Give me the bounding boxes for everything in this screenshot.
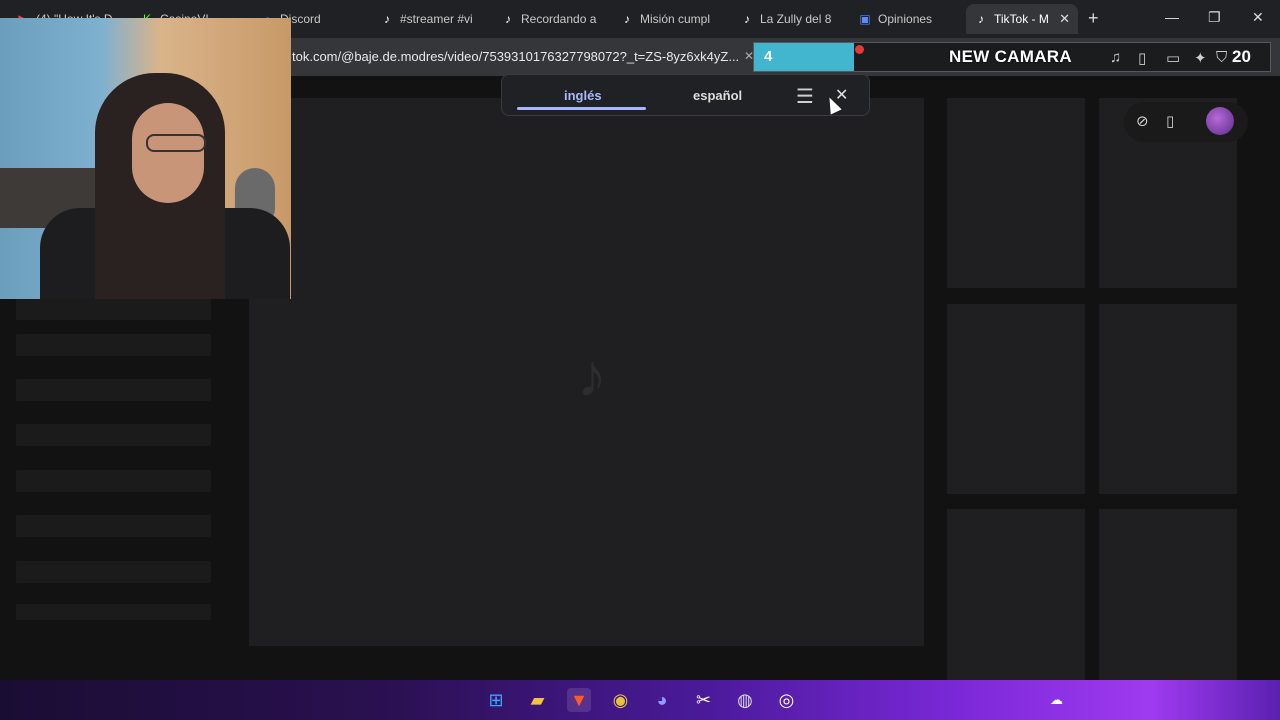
coins-icon[interactable]: ⊘ xyxy=(1136,112,1149,130)
brave-icon[interactable]: ▼ xyxy=(567,688,591,712)
wallet-icon[interactable]: ▭ xyxy=(1166,49,1180,67)
tab-9[interactable]: ♪ TikTok - M ✕ xyxy=(966,4,1078,34)
restore-button[interactable]: ❐ xyxy=(1208,9,1221,26)
video-player[interactable]: ♪ xyxy=(249,98,924,646)
sparkle-icon[interactable]: ✦ xyxy=(1194,49,1207,67)
stream-overlay-bar: 4 NEW CAMARA ♫ ▯ ▭ ✦ ⛉ 20 xyxy=(753,42,1271,72)
tab-title: Opiniones xyxy=(878,12,933,26)
tab-6[interactable]: ♪ Misión cumpl xyxy=(612,4,724,34)
active-tab-indicator xyxy=(517,107,646,110)
tiktok-icon: ♪ xyxy=(505,12,511,26)
chrome-icon[interactable]: ◉ xyxy=(609,688,633,712)
overlay-title: NEW CAMARA xyxy=(949,47,1072,66)
target-language-tab[interactable]: español xyxy=(693,88,742,103)
taskbar: ⊞ ▰ ▼ ◉ ◕ ✂ ◍ ◎ ☁ xyxy=(0,680,1280,720)
skeleton-row xyxy=(16,604,211,620)
video-thumbnail[interactable] xyxy=(1099,304,1237,494)
skeleton-row xyxy=(16,470,211,492)
tab-7[interactable]: ♪ La Zully del 8 xyxy=(732,4,844,34)
video-thumbnail[interactable] xyxy=(947,509,1085,699)
video-thumbnail[interactable] xyxy=(1099,509,1237,699)
tiktok-icon: ♪ xyxy=(978,12,984,26)
top-tools: ⊘ ▯ xyxy=(1124,102,1248,142)
tab-title: TikTok - M xyxy=(994,12,1049,26)
menu-icon[interactable]: ☰ xyxy=(796,84,814,109)
avatar[interactable] xyxy=(1206,107,1234,135)
skeleton-row xyxy=(16,298,211,320)
webcam-app-icon[interactable]: ◎ xyxy=(775,688,799,712)
skeleton-row xyxy=(16,561,211,583)
tab-4[interactable]: ♪ #streamer #vi xyxy=(372,4,484,34)
skeleton-row xyxy=(16,424,211,446)
overlay-counter: 4 xyxy=(754,43,854,71)
close-tab-icon[interactable]: ✕ xyxy=(1059,11,1070,27)
minimize-button[interactable]: — xyxy=(1165,9,1179,25)
discord-icon[interactable]: ◕ xyxy=(650,688,674,712)
skeleton-row xyxy=(16,515,211,537)
tab-title: La Zully del 8 xyxy=(760,12,832,26)
obs-icon[interactable]: ◍ xyxy=(733,688,757,712)
sidebar-icon[interactable]: ▯ xyxy=(1138,49,1146,67)
cloud-icon[interactable]: ☁ xyxy=(1050,692,1063,708)
tiktok-icon: ♪ xyxy=(384,12,390,26)
close-window-button[interactable]: ✕ xyxy=(1252,9,1264,26)
tab-title: Recordando a xyxy=(521,12,597,26)
tiktok-logo-icon: ♪ xyxy=(577,342,607,409)
tab-title: Misión cumpl xyxy=(640,12,711,26)
shield-icon[interactable]: ⛉ xyxy=(1216,49,1227,66)
tiktok-icon: ♪ xyxy=(744,12,750,26)
tab-title: #streamer #vi xyxy=(400,12,473,26)
file-explorer-icon[interactable]: ▰ xyxy=(526,688,550,712)
video-thumbnail[interactable] xyxy=(947,304,1085,494)
webcam-person xyxy=(146,134,206,152)
address-url[interactable]: tok.com/@baje.de.modres/video/7539310176… xyxy=(292,49,739,64)
tab-8[interactable]: ▣ Opiniones xyxy=(850,4,962,34)
music-icon[interactable]: ♫ xyxy=(1110,49,1121,66)
overlay-count: 20 xyxy=(1232,47,1251,66)
tab-5[interactable]: ♪ Recordando a xyxy=(493,4,605,34)
tiktok-icon: ♪ xyxy=(624,12,630,26)
capcut-icon[interactable]: ✂ xyxy=(692,688,716,712)
webcam-feed xyxy=(0,18,291,299)
translate-popup: inglés español ☰ ✕ xyxy=(501,74,870,116)
windows-start-icon[interactable]: ⊞ xyxy=(484,688,508,712)
new-tab-button[interactable]: + xyxy=(1088,8,1099,29)
mobile-icon[interactable]: ▯ xyxy=(1166,112,1174,130)
skeleton-row xyxy=(16,334,211,356)
video-thumbnail[interactable] xyxy=(947,98,1085,288)
window-icon: ▣ xyxy=(859,12,871,26)
notification-badge xyxy=(855,45,864,54)
skeleton-row xyxy=(16,379,211,401)
webcam-person xyxy=(132,103,204,203)
source-language-tab[interactable]: inglés xyxy=(564,88,602,103)
